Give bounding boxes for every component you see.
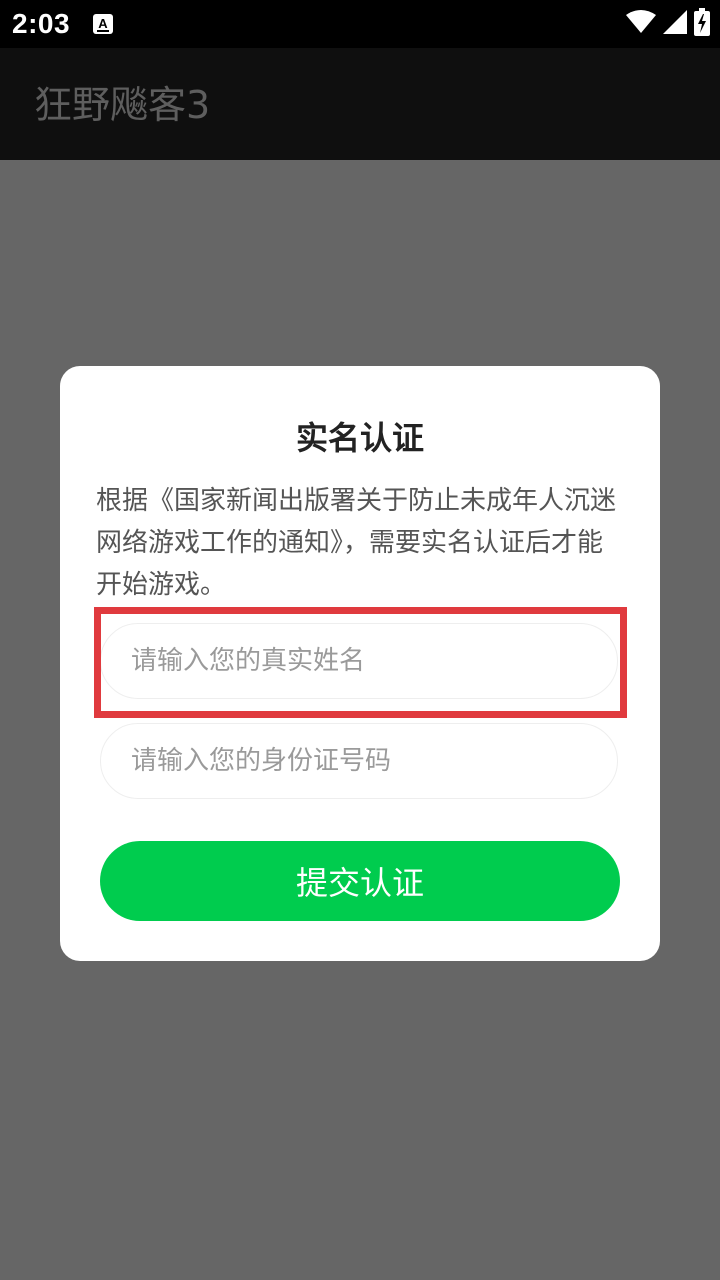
screen: 2:03 A 狂野飚客3 实名认证 根据《国家新闻出版署关于防止未成年人沉迷网络… bbox=[0, 0, 720, 1280]
app-title: 狂野飚客3 bbox=[34, 83, 211, 127]
status-bar: 2:03 A bbox=[0, 0, 720, 48]
submit-verification-button[interactable]: 提交认证 bbox=[100, 841, 620, 921]
wifi-icon bbox=[626, 10, 656, 38]
dialog-title: 实名认证 bbox=[295, 419, 424, 457]
real-name-verification-dialog: 实名认证 根据《国家新闻出版署关于防止未成年人沉迷网络游戏工作的通知》，需要实名… bbox=[60, 366, 660, 961]
id-number-input[interactable] bbox=[101, 724, 617, 798]
real-name-field bbox=[100, 623, 618, 699]
app-bar: 狂野飚客3 bbox=[0, 48, 720, 160]
real-name-input[interactable] bbox=[101, 624, 617, 698]
id-number-field bbox=[100, 723, 618, 799]
status-icons bbox=[626, 8, 710, 40]
signal-icon bbox=[662, 9, 688, 39]
status-time: 2:03 bbox=[12, 8, 71, 39]
app-notification-icon: A bbox=[92, 13, 114, 35]
battery-charging-icon bbox=[694, 8, 710, 40]
dialog-description: 根据《国家新闻出版署关于防止未成年人沉迷网络游戏工作的通知》，需要实名认证后才能… bbox=[96, 486, 617, 600]
svg-text:A: A bbox=[98, 16, 108, 31]
